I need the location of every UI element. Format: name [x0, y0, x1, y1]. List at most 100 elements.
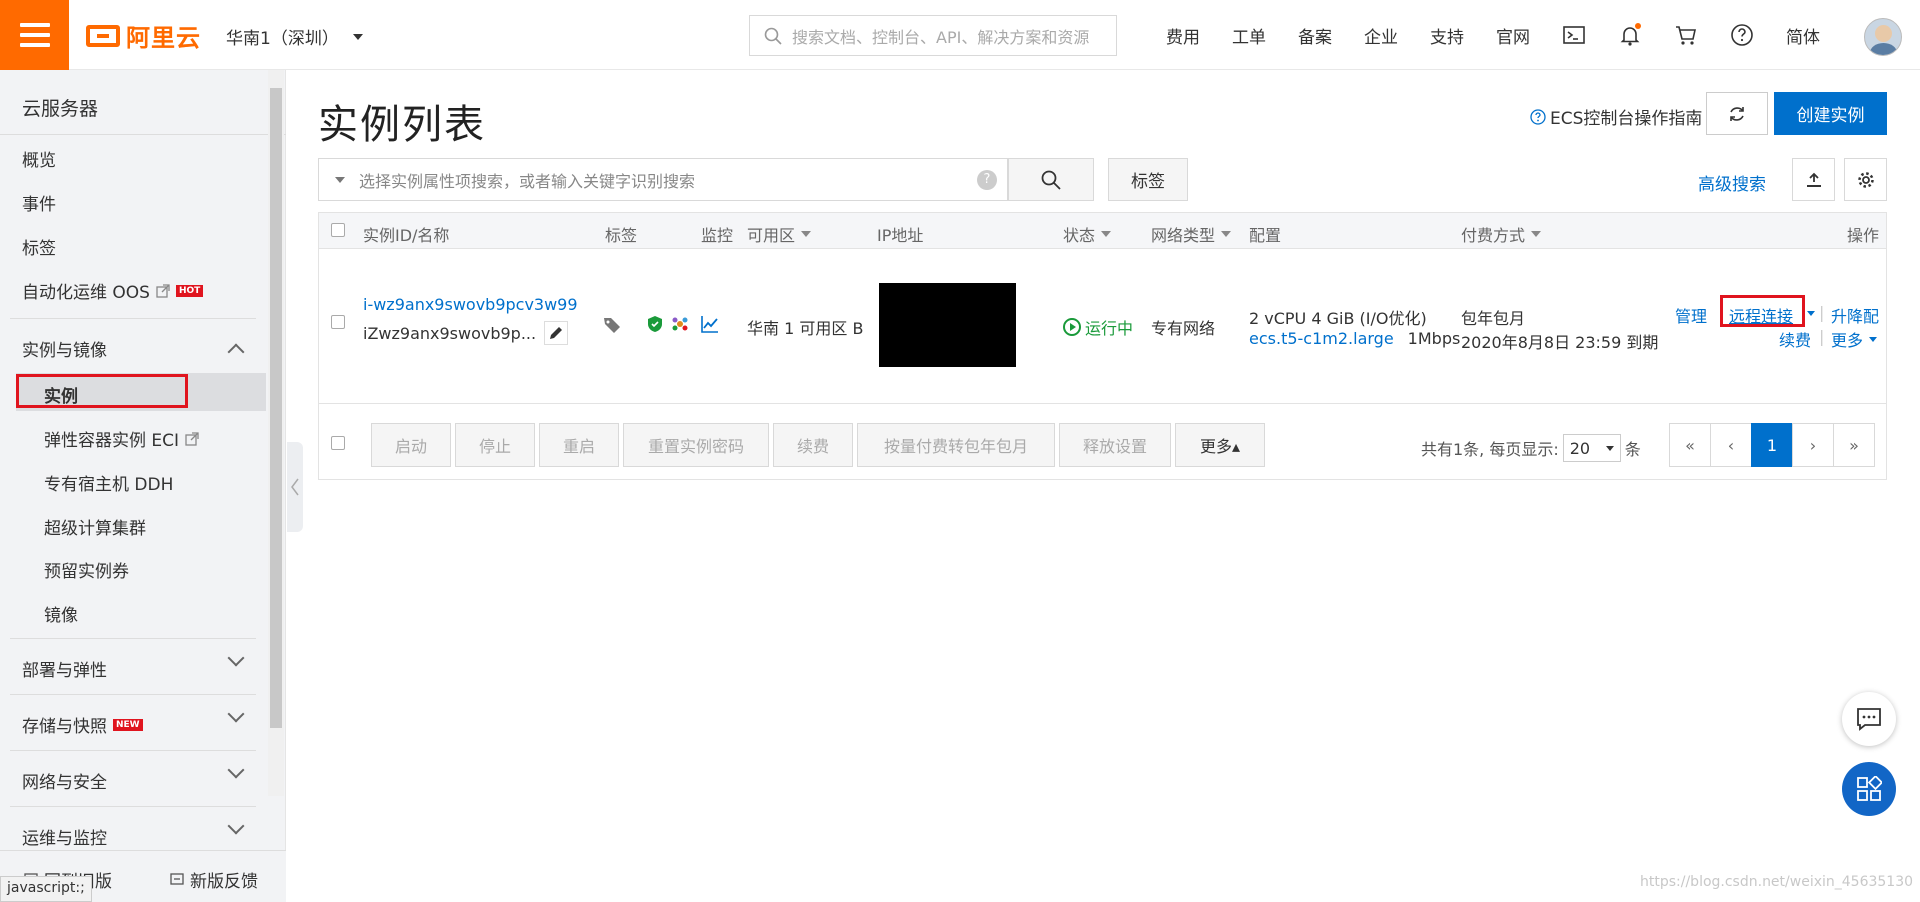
sidebar-collapse-handle[interactable]	[287, 442, 303, 532]
nav-ticket[interactable]: 工单	[1216, 23, 1282, 48]
sidebar-scroll-thumb[interactable]	[270, 88, 282, 728]
sidebar-item-eci[interactable]: 弹性容器实例 ECI	[44, 426, 199, 451]
th-pay[interactable]: 付费方式	[1461, 222, 1542, 246]
caret-down-icon[interactable]	[335, 176, 345, 183]
chevron-down-icon[interactable]	[227, 705, 245, 723]
more-button[interactable]: 更多▴	[1175, 423, 1265, 467]
settings-button[interactable]	[1844, 158, 1887, 201]
menu-icon[interactable]	[0, 0, 69, 70]
sidebar-group-ops[interactable]: 运维与监控	[22, 824, 107, 849]
language-toggle[interactable]: 简体	[1770, 23, 1836, 48]
next-page-button[interactable]: ›	[1792, 423, 1834, 467]
sidebar-group-deploy[interactable]: 部署与弹性	[22, 656, 107, 681]
renew-link[interactable]: 续费	[1779, 327, 1811, 351]
help-icon[interactable]	[1730, 23, 1754, 47]
tag-icon[interactable]	[603, 315, 625, 335]
divider	[10, 318, 256, 319]
chat-button[interactable]	[1842, 692, 1896, 746]
chevron-down-icon[interactable]	[227, 761, 245, 779]
pencil-icon	[550, 327, 563, 339]
sidebar-item-tags[interactable]: 标签	[22, 234, 56, 259]
cart-icon[interactable]	[1674, 23, 1698, 47]
chevron-down-icon[interactable]	[227, 817, 245, 835]
caret-down-icon	[1605, 445, 1614, 451]
search-button[interactable]	[1008, 158, 1094, 201]
upgrade-link[interactable]: 升降配	[1831, 303, 1879, 327]
sidebar-item-events[interactable]: 事件	[22, 190, 56, 215]
start-button[interactable]: 启动	[371, 423, 451, 467]
sidebar-item-oos[interactable]: 自动化运维 OOS HOT	[22, 278, 204, 303]
security-shield-icon[interactable]	[647, 315, 663, 333]
convert-billing-button[interactable]: 按量付费转包年包月	[857, 423, 1055, 467]
sidebar-title: 云服务器	[22, 98, 99, 120]
sidebar-item-images[interactable]: 镜像	[44, 601, 78, 626]
feedback-link[interactable]: 新版反馈	[170, 867, 258, 892]
page-1-button[interactable]: 1	[1751, 423, 1793, 467]
avatar[interactable]	[1864, 18, 1902, 56]
prev-page-button[interactable]: ‹	[1710, 423, 1752, 467]
manage-link[interactable]: 管理	[1675, 303, 1707, 327]
refresh-icon	[1730, 106, 1744, 121]
nav-support[interactable]: 支持	[1414, 23, 1480, 48]
logo[interactable]: 阿里云	[86, 18, 201, 53]
stop-button[interactable]: 停止	[455, 423, 535, 467]
expire-time: 2020年8月8日 23:59 到期	[1461, 333, 1659, 352]
sidebar-item-overview[interactable]: 概览	[22, 146, 56, 171]
table-footer: 启动 停止 重启 重置实例密码 续费 按量付费转包年包月 释放设置 更多▴ 共有…	[319, 404, 1886, 480]
terminal-icon[interactable]	[1562, 23, 1586, 47]
instance-type-link[interactable]: ecs.t5-c1m2.large	[1249, 329, 1394, 348]
tag-filter-button[interactable]: 标签	[1108, 158, 1188, 201]
aliyun-logo-icon	[86, 24, 120, 47]
instance-id-link[interactable]: i-wz9anx9swovb9pcv3w99	[363, 295, 578, 314]
caret-down-icon[interactable]	[1807, 311, 1815, 316]
cloud-monitor-icon[interactable]	[671, 315, 689, 333]
footer-select-all-checkbox[interactable]	[331, 436, 345, 450]
first-page-button[interactable]: «	[1669, 423, 1711, 467]
guide-link[interactable]: ECS控制台操作指南	[1530, 104, 1702, 129]
filter-placeholder: 选择实例属性项搜索，或者输入关键字识别搜索	[359, 171, 696, 191]
sidebar-item-reserved[interactable]: 预留实例券	[44, 557, 129, 582]
sidebar-group-storage[interactable]: 存储与快照 NEW	[22, 712, 143, 737]
th-zone[interactable]: 可用区	[747, 222, 812, 246]
restart-button[interactable]: 重启	[539, 423, 619, 467]
sidebar-group-network[interactable]: 网络与安全	[22, 768, 107, 793]
th-network[interactable]: 网络类型	[1151, 222, 1232, 246]
renew-button[interactable]: 续费	[773, 423, 853, 467]
export-button[interactable]	[1792, 158, 1835, 201]
nav-enterprise[interactable]: 企业	[1348, 23, 1414, 48]
nav-icp[interactable]: 备案	[1282, 23, 1348, 48]
th-actions: 操作	[1847, 226, 1880, 245]
nav-fee[interactable]: 费用	[1150, 23, 1216, 48]
monitor-chart-icon[interactable]	[701, 315, 719, 333]
sidebar-group-instances-images[interactable]: 实例与镜像	[22, 336, 107, 361]
create-instance-button[interactable]: 创建实例	[1774, 92, 1887, 135]
last-page-button[interactable]: »	[1833, 423, 1875, 467]
redacted-ip	[879, 283, 1016, 367]
edit-name-button[interactable]	[544, 321, 569, 345]
region-label: 华南1（深圳）	[226, 29, 339, 49]
chevron-up-icon[interactable]	[227, 343, 245, 361]
global-search-input[interactable]: 搜索文档、控制台、API、解决方案和资源	[749, 15, 1117, 56]
chevron-down-icon[interactable]	[227, 649, 245, 667]
sidebar-item-scc[interactable]: 超级计算集群	[44, 514, 146, 539]
instance-filter-input[interactable]: 选择实例属性项搜索，或者输入关键字识别搜索 ?	[318, 158, 1008, 201]
reset-password-button[interactable]: 重置实例密码	[623, 423, 769, 467]
release-settings-button[interactable]: 释放设置	[1059, 423, 1171, 467]
config-line2: ecs.t5-c1m2.large 1Mbps	[1249, 329, 1460, 348]
page-size-select[interactable]: 20	[1562, 434, 1621, 462]
select-all-checkbox[interactable]	[331, 223, 345, 237]
sidebar-item-ddh[interactable]: 专有宿主机 DDH	[44, 470, 173, 495]
row-checkbox[interactable]	[331, 315, 345, 329]
more-actions[interactable]: 更多	[1831, 327, 1878, 351]
sidebar-item-label: 弹性容器实例 ECI	[44, 431, 180, 451]
refresh-button[interactable]	[1706, 92, 1768, 135]
th-status[interactable]: 状态	[1063, 222, 1112, 246]
bell-icon[interactable]	[1618, 23, 1642, 47]
advanced-search-link[interactable]: 高级搜索	[1698, 170, 1766, 195]
chevron-down-icon	[352, 33, 363, 40]
instance-table: 实例ID/名称 标签 监控 可用区 IP地址 状态 网络类型 配置 付费方式 操…	[318, 212, 1887, 480]
apps-button[interactable]	[1842, 762, 1896, 816]
question-icon[interactable]: ?	[977, 169, 997, 190]
nav-website[interactable]: 官网	[1480, 23, 1546, 48]
region-selector[interactable]: 华南1（深圳）	[226, 24, 363, 49]
